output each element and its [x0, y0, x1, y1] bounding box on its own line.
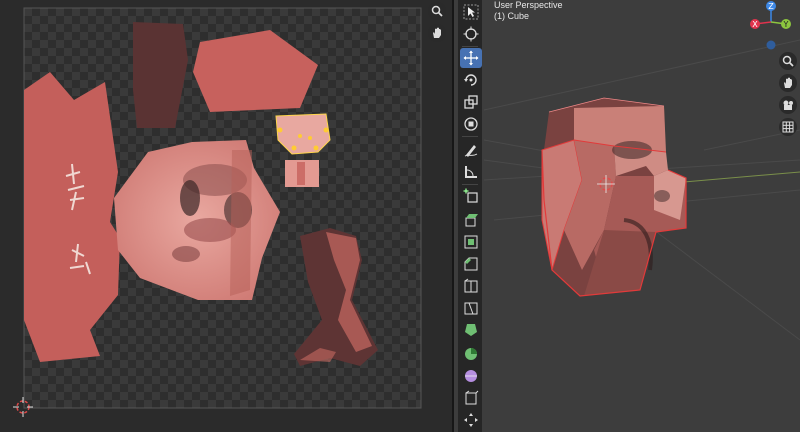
z-axis-label: Z	[768, 2, 774, 11]
uv-editor[interactable]	[0, 0, 452, 432]
hand-icon[interactable]	[779, 74, 797, 92]
bevel-icon[interactable]	[460, 254, 482, 274]
add-cube-icon[interactable]	[460, 186, 482, 206]
zoom-icon[interactable]	[428, 2, 446, 20]
measure-icon[interactable]	[460, 162, 482, 182]
hand-icon[interactable]	[428, 24, 446, 42]
navigation-gizmo[interactable]: Z X Y	[744, 0, 800, 60]
x-axis-label: X	[752, 20, 758, 29]
tool-shelf	[458, 0, 482, 432]
knife-icon[interactable]	[460, 298, 482, 318]
spin-icon[interactable]	[460, 344, 482, 364]
select-cursor-icon[interactable]	[460, 2, 482, 22]
active-object: (1) Cube	[494, 11, 530, 21]
transform-icon[interactable]	[460, 114, 482, 134]
shrink-fatten-icon[interactable]	[460, 388, 482, 408]
3d-cursor-tool-icon[interactable]	[460, 24, 482, 44]
uv-navigation	[428, 0, 448, 46]
viewport-canvas[interactable]	[454, 0, 800, 432]
scale-icon[interactable]	[460, 92, 482, 112]
annotate-icon[interactable]	[460, 140, 482, 160]
zoom-icon[interactable]	[779, 52, 797, 70]
rip-icon[interactable]	[460, 410, 482, 430]
extrude-icon[interactable]	[460, 210, 482, 230]
neg-z-axis-icon[interactable]	[766, 40, 776, 50]
camera-icon[interactable]	[779, 96, 797, 114]
3d-viewport[interactable]: User Perspective (1) Cube Z X Y	[454, 0, 800, 432]
view-name: User Perspective	[494, 0, 563, 10]
loop-cut-icon[interactable]	[460, 276, 482, 296]
poly-build-icon[interactable]	[460, 320, 482, 340]
y-axis-label: Y	[783, 20, 789, 29]
viewport-navigation	[779, 52, 797, 140]
move-icon[interactable]	[460, 48, 482, 68]
viewport-header: User Perspective (1) Cube	[494, 0, 563, 22]
inset-icon[interactable]	[460, 232, 482, 252]
rotate-icon[interactable]	[460, 70, 482, 90]
smooth-icon[interactable]	[460, 366, 482, 386]
grid-icon[interactable]	[779, 118, 797, 136]
uv-canvas[interactable]	[0, 0, 452, 432]
